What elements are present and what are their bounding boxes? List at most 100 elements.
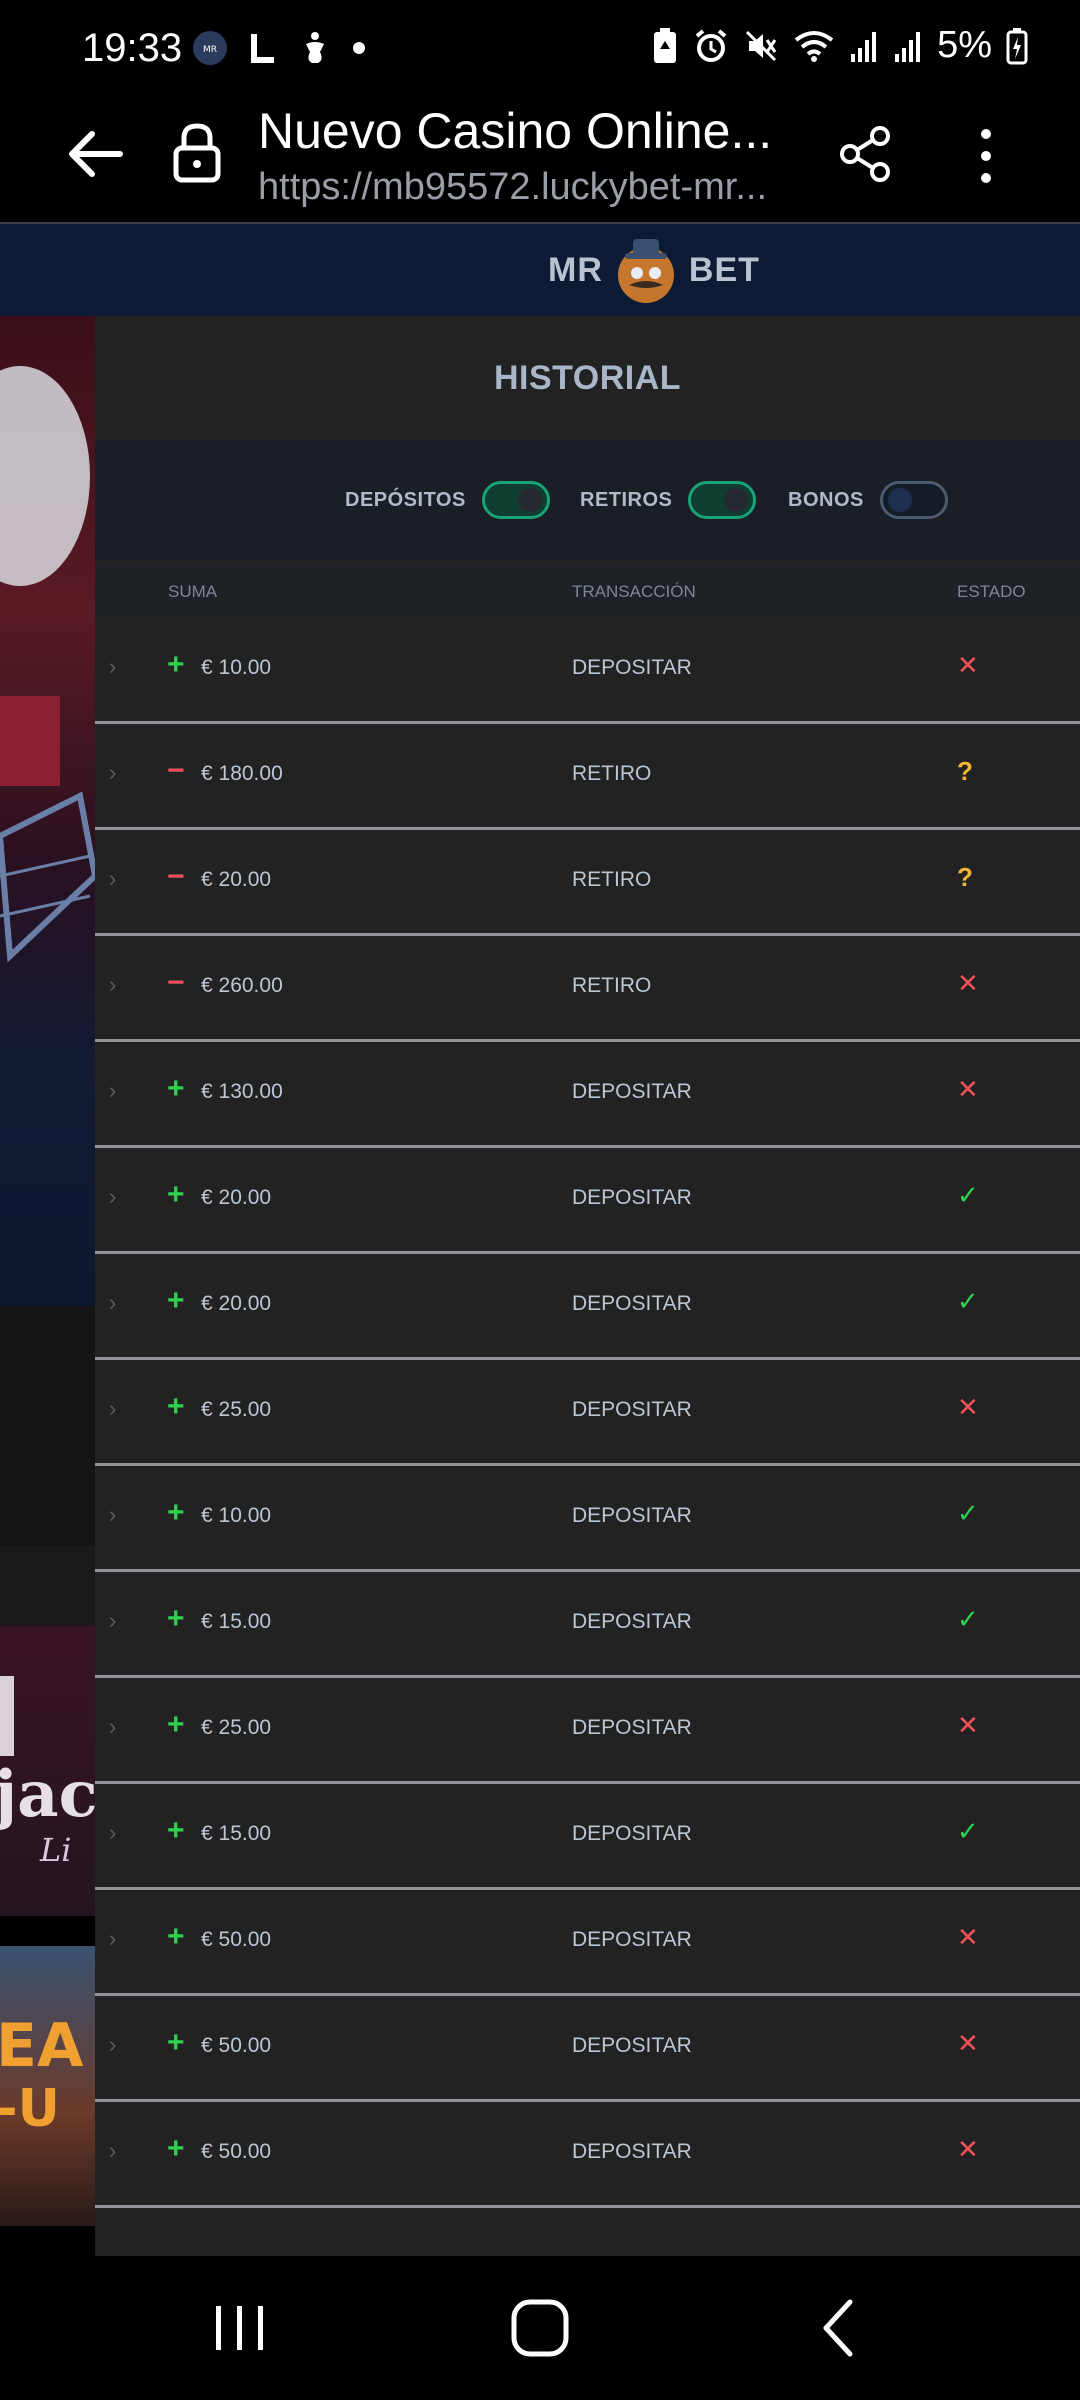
history-panel: HISTORIAL DEPÓSITOS RETIROS BONOS SUMA T… (95, 316, 1080, 2256)
table-row[interactable]: › + € 15.00 DEPOSITAR ✓ (95, 1572, 1080, 1678)
chevron-right-icon[interactable]: › (109, 1184, 116, 1210)
transaction-type: DEPOSITAR (572, 1822, 692, 1845)
status-fail-icon: ✕ (957, 1710, 979, 1740)
table-row[interactable]: › + € 50.00 DEPOSITAR ✕ (95, 1996, 1080, 2102)
amount: € 25.00 (201, 1716, 272, 1739)
site-header: MR BET (0, 224, 1080, 316)
transaction-type: DEPOSITAR (572, 1292, 692, 1315)
chevron-right-icon[interactable]: › (109, 1714, 116, 1740)
background-block (0, 1916, 95, 1946)
toggle-knob (887, 488, 912, 512)
amount: € 20.00 (201, 1186, 272, 1209)
chevron-right-icon[interactable]: › (109, 1608, 116, 1634)
battery-saver-icon (654, 27, 677, 63)
chevron-right-icon[interactable]: › (109, 972, 116, 998)
status-fail-icon: ✕ (957, 1074, 979, 1104)
background-block (0, 1306, 95, 1546)
transaction-type: DEPOSITAR (572, 1504, 692, 1527)
chevron-right-icon[interactable]: › (109, 1396, 116, 1422)
mute-icon (746, 30, 777, 61)
game-thumbnail[interactable]: EA -U (0, 1946, 95, 2226)
deposits-toggle[interactable] (481, 481, 550, 519)
status-ok-icon: ✓ (957, 1604, 979, 1634)
system-icons: 5% (651, 24, 1028, 67)
plus-icon: + (167, 2026, 185, 2059)
chevron-right-icon[interactable]: › (109, 1502, 116, 1528)
transaction-type: DEPOSITAR (572, 1186, 692, 1209)
plus-icon: + (167, 1602, 185, 1635)
table-row[interactable]: › + € 50.00 DEPOSITAR ✕ (95, 1890, 1080, 1996)
page-title[interactable]: Nuevo Casino Online... (258, 102, 772, 160)
chevron-right-icon[interactable]: › (109, 654, 116, 680)
wifi-icon (794, 30, 834, 62)
table-row[interactable]: › − € 20.00 RETIRO? (95, 830, 1080, 936)
table-row[interactable]: › + € 10.00 DEPOSITAR ✕ (95, 618, 1080, 724)
status-fail-icon: ✕ (957, 2134, 979, 2164)
table-row[interactable]: › + € 25.00 DEPOSITAR ✕ (95, 1678, 1080, 1784)
chevron-right-icon[interactable]: › (109, 2138, 116, 2164)
amount: € 260.00 (201, 974, 283, 997)
plus-icon: + (167, 1072, 185, 1105)
chevron-right-icon[interactable]: › (109, 2032, 116, 2058)
thumbnail-art: EA -U (0, 2011, 84, 2139)
table-row[interactable]: › + € 130.00 DEPOSITAR ✕ (95, 1042, 1080, 1148)
chevron-right-icon[interactable]: › (109, 1926, 116, 1952)
address-bar-url[interactable]: https://mb95572.luckybet-mr... (258, 166, 767, 209)
status-bar: 19:33 MR 5% (0, 0, 1080, 100)
amount: € 10.00 (201, 656, 272, 679)
chevron-right-icon[interactable]: › (109, 1078, 116, 1104)
share-icon[interactable] (836, 124, 896, 184)
transaction-type: DEPOSITAR (572, 2034, 692, 2057)
filter-deposits[interactable]: DEPÓSITOS (345, 440, 550, 560)
filter-bonuses[interactable]: BONOS (788, 440, 948, 560)
table-row[interactable]: › − € 260.00 RETIRO ✕ (95, 936, 1080, 1042)
filter-label: RETIROS (580, 488, 673, 511)
table-row[interactable]: › + € 15.00 DEPOSITAR ✓ (95, 1784, 1080, 1890)
status-ok-icon: ✓ (957, 1286, 979, 1316)
withdrawals-toggle[interactable] (688, 481, 757, 519)
svg-text:MR: MR (203, 45, 217, 55)
banner-art (0, 366, 95, 963)
plus-icon: + (167, 1390, 185, 1423)
table-row[interactable]: › − € 180.00 RETIRO? (95, 724, 1080, 830)
filter-withdrawals[interactable]: RETIROS (580, 440, 757, 560)
column-amount: SUMA (168, 582, 218, 601)
chevron-right-icon[interactable]: › (109, 866, 116, 892)
transaction-type: DEPOSITAR (572, 1080, 692, 1103)
minus-icon: − (167, 860, 185, 893)
signal-icon (851, 31, 877, 62)
plus-icon: + (167, 1708, 185, 1741)
status-ok-icon: ✓ (957, 1498, 979, 1528)
l-app-icon (251, 34, 274, 63)
status-fail-icon: ✕ (957, 968, 979, 998)
chevron-right-icon[interactable]: › (109, 1820, 116, 1846)
blackjack-thumbnail[interactable]: jac Li (0, 1626, 95, 1916)
signal-icon (895, 31, 921, 62)
back-arrow-icon[interactable] (64, 122, 128, 186)
mrbet-logo[interactable]: MR BET (548, 232, 760, 308)
more-options-icon[interactable] (966, 124, 1006, 188)
table-row[interactable]: › + € 25.00 DEPOSITAR ✕ (95, 1360, 1080, 1466)
svg-text:-U: -U (0, 2079, 60, 2139)
back-icon[interactable] (800, 2290, 880, 2366)
plus-icon: + (167, 1496, 185, 1529)
table-row[interactable]: › + € 20.00 DEPOSITAR ✓ (95, 1254, 1080, 1360)
chevron-right-icon[interactable]: › (109, 1290, 116, 1316)
mascot-icon (617, 239, 674, 303)
bonuses-toggle[interactable] (879, 481, 948, 519)
table-row[interactable]: › + € 10.00 DEPOSITAR ✓ (95, 1466, 1080, 1572)
transaction-type: DEPOSITAR (572, 656, 692, 679)
amount: € 180.00 (201, 762, 283, 785)
status-ok-icon: ✓ (957, 1816, 979, 1846)
plus-icon: + (167, 1920, 185, 1953)
logo-text-left: MR (548, 250, 603, 289)
dot-icon (353, 42, 365, 54)
home-icon[interactable] (500, 2290, 580, 2366)
table-row[interactable]: › + € 20.00 DEPOSITAR ✓ (95, 1148, 1080, 1254)
minus-icon: − (167, 754, 185, 787)
recent-apps-icon[interactable] (200, 2290, 280, 2366)
table-row[interactable]: › + € 50.00 DEPOSITAR ✕ (95, 2102, 1080, 2208)
chevron-right-icon[interactable]: › (109, 760, 116, 786)
plus-icon: + (167, 1284, 185, 1317)
lock-icon[interactable] (170, 120, 224, 184)
